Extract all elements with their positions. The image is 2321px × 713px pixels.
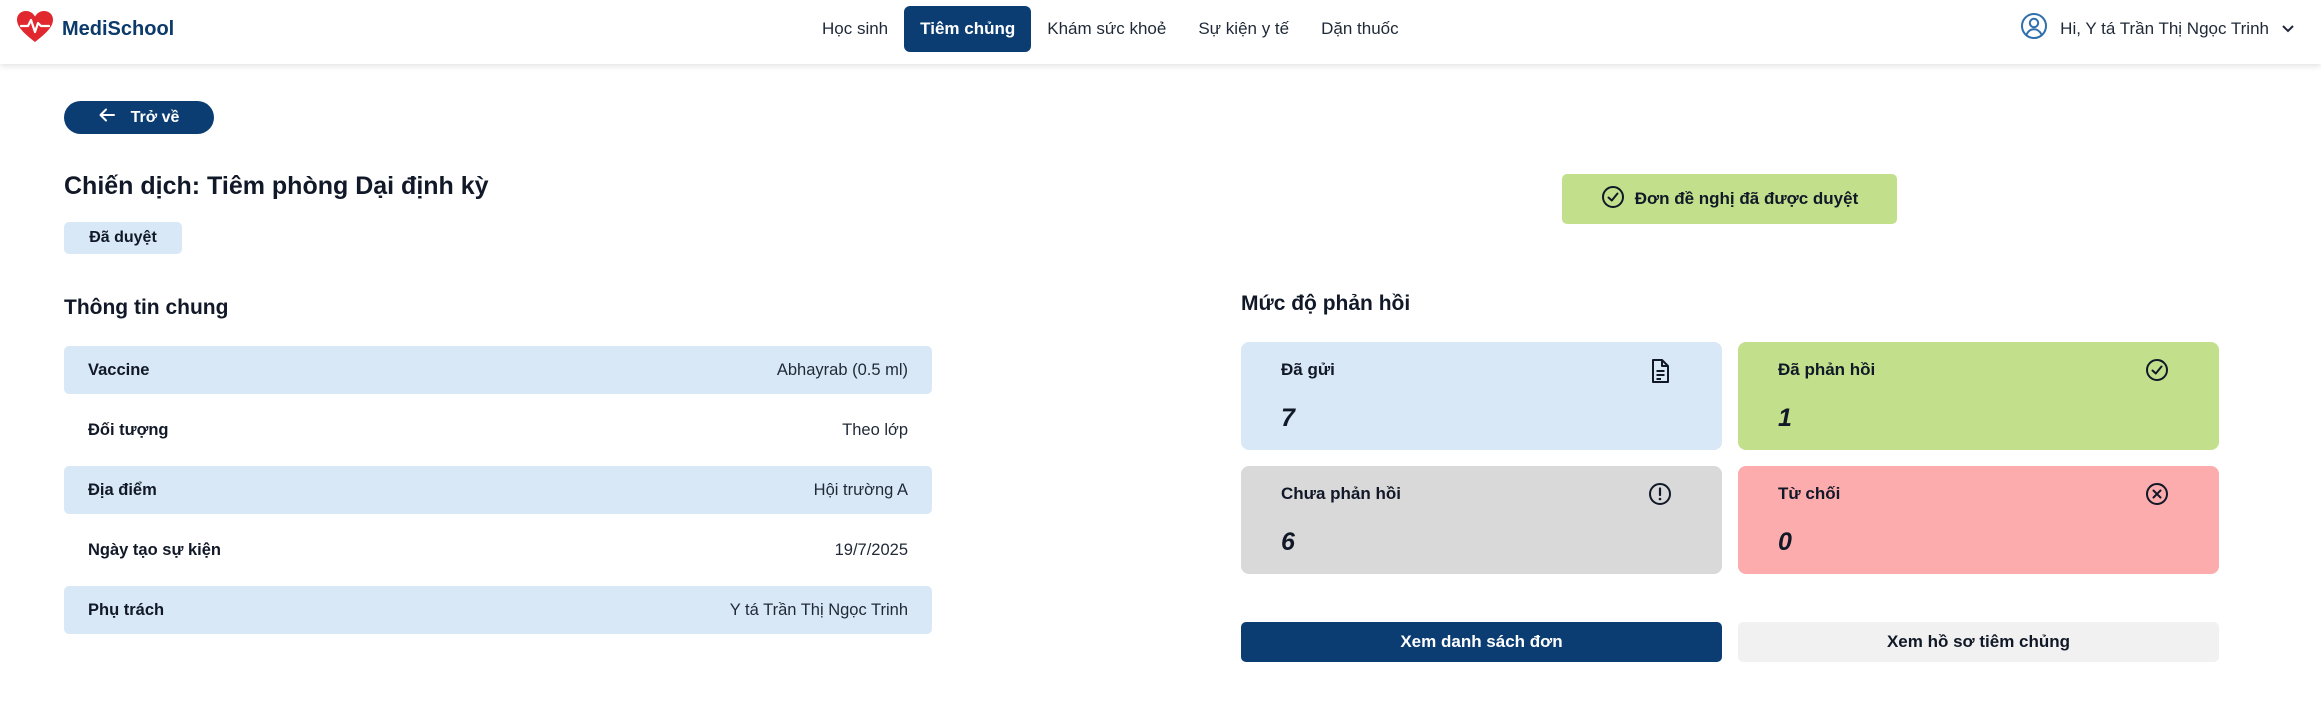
app-name: MediSchool [62,18,175,40]
alert-circle-icon [1648,482,1672,511]
info-row-vaccine: Vaccine Abhayrab (0.5 ml) [64,346,932,394]
info-label: Ngày tạo sự kiện [88,540,221,559]
nav-item-students[interactable]: Học sinh [806,6,904,52]
general-info-title: Thông tin chung [64,296,229,319]
stat-label: Đã gửi [1281,360,1335,379]
view-forms-button[interactable]: Xem danh sách đơn [1241,622,1722,662]
document-icon [1648,358,1672,389]
info-value: Hội trường A [813,480,908,499]
info-row-created-date: Ngày tạo sự kiện 19/7/2025 [64,526,932,574]
info-value: Theo lớp [842,420,908,439]
main-nav: Học sinh Tiêm chủng Khám sức khoẻ Sự kiệ… [806,6,1415,52]
status-badge: Đã duyệt [64,222,182,254]
stat-label: Chưa phản hồi [1281,484,1401,503]
arrow-left-icon [99,108,115,127]
heart-logo-icon [16,10,54,49]
nav-item-medication[interactable]: Dặn thuốc [1305,6,1415,52]
info-value: 19/7/2025 [834,540,908,559]
approval-banner: Đơn đề nghị đã được duyệt [1562,174,1897,224]
user-greeting: Hi, Y tá Trần Thị Ngọc Trinh [2060,18,2269,38]
stat-label: Đã phản hồi [1778,360,1876,379]
info-label: Phụ trách [88,600,165,619]
top-navbar: MediSchool Học sinh Tiêm chủng Khám sức … [0,0,2321,64]
info-label: Vaccine [88,360,150,379]
view-vaccination-records-button[interactable]: Xem hồ sơ tiêm chủng [1738,622,2219,662]
info-label: Địa điểm [88,480,157,499]
back-button-label: Trở về [130,108,180,126]
nav-item-health-checkup[interactable]: Khám sức khoẻ [1031,6,1182,52]
nav-item-vaccination[interactable]: Tiêm chủng [904,6,1032,52]
stat-card-pending: Chưa phản hồi 6 [1241,466,1722,574]
stat-card-rejected: Từ chối 0 [1738,466,2219,574]
info-row-in-charge: Phụ trách Y tá Trần Thị Ngọc Trinh [64,586,932,634]
check-circle-icon [2145,358,2169,387]
stat-value: 1 [1778,404,1792,432]
stat-label: Từ chối [1778,484,1841,503]
stat-value: 6 [1281,528,1295,556]
check-circle-icon [1601,185,1625,214]
user-avatar-icon [2020,12,2048,45]
back-button[interactable]: Trở về [64,101,214,134]
x-circle-icon [2145,482,2169,511]
info-label: Đối tượng [88,420,169,439]
app-logo[interactable]: MediSchool [16,10,174,49]
nav-item-medical-events[interactable]: Sự kiện y tế [1182,6,1305,52]
info-value: Y tá Trần Thị Ngọc Trinh [729,600,908,619]
page-title: Chiến dịch: Tiêm phòng Dại định kỳ [64,172,489,200]
stat-card-responded: Đã phản hồi 1 [1738,342,2219,450]
info-value: Abhayrab (0.5 ml) [776,360,908,379]
chevron-down-icon [2281,19,2295,39]
approval-banner-text: Đơn đề nghị đã được duyệt [1634,189,1859,208]
info-row-location: Địa điểm Hội trường A [64,466,932,514]
stat-card-sent: Đã gửi 7 [1241,342,1722,450]
stat-value: 0 [1778,528,1792,556]
info-row-target: Đối tượng Theo lớp [64,406,932,454]
response-title: Mức độ phản hồi [1241,292,1411,315]
user-menu[interactable]: Hi, Y tá Trần Thị Ngọc Trinh [2020,12,2295,45]
stat-value: 7 [1281,404,1295,432]
